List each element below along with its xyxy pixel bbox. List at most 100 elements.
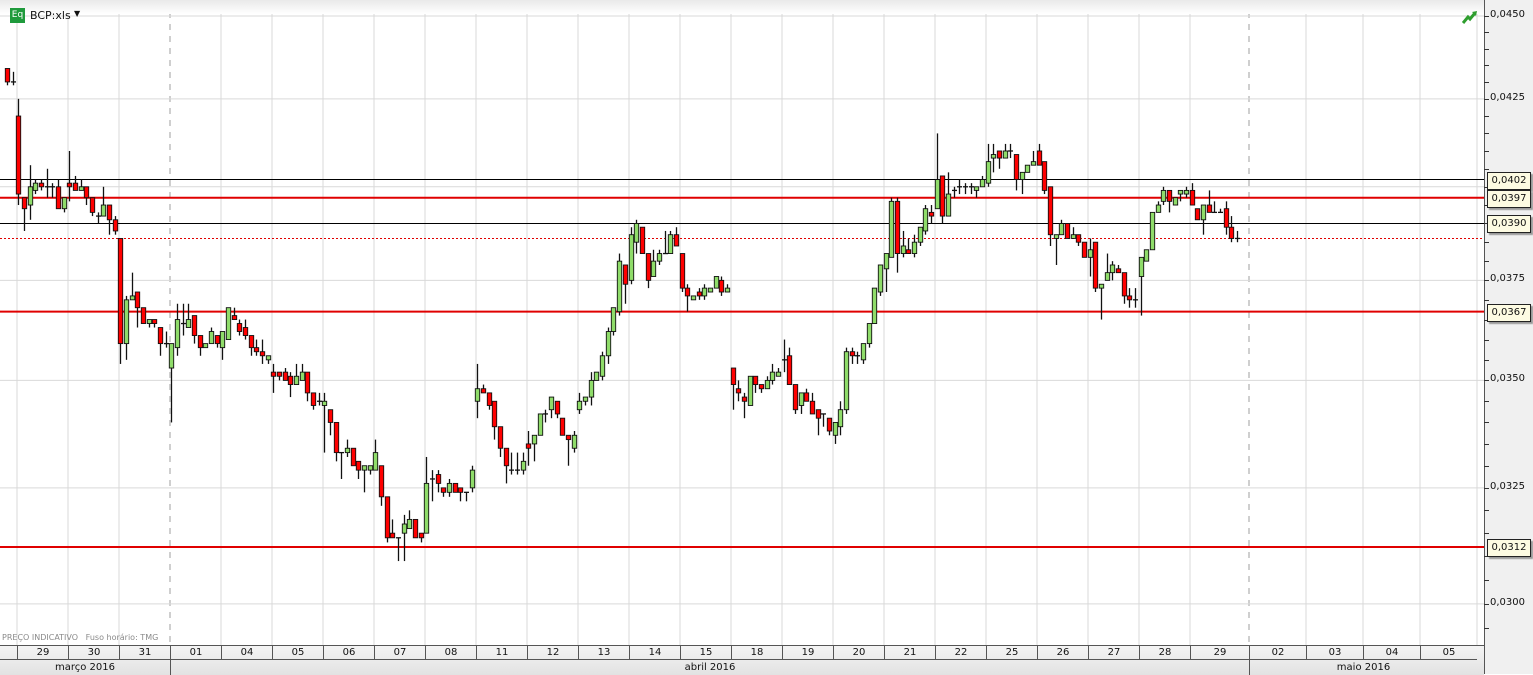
x-day-label: 25 bbox=[986, 646, 1037, 660]
candle bbox=[1024, 164, 1031, 173]
candle-body-up bbox=[593, 371, 600, 381]
candle-body-down bbox=[435, 474, 442, 484]
candle bbox=[758, 384, 765, 393]
candle bbox=[832, 421, 839, 444]
candle bbox=[673, 227, 680, 247]
candle bbox=[667, 230, 674, 254]
x-day-cell-partial bbox=[0, 646, 17, 660]
candle bbox=[718, 276, 725, 296]
candle-body-up bbox=[367, 465, 374, 471]
candle-body-down bbox=[1166, 189, 1173, 202]
candle-body-up bbox=[610, 307, 617, 332]
candle bbox=[548, 396, 555, 419]
x-day-label: 04 bbox=[1363, 646, 1420, 660]
x-day-label: 01 bbox=[170, 646, 221, 660]
candle-body-up bbox=[713, 276, 720, 289]
candle bbox=[821, 413, 826, 427]
candle-body-down bbox=[134, 291, 141, 309]
candle bbox=[769, 363, 776, 385]
candle bbox=[317, 392, 322, 406]
candle-body-up bbox=[1058, 223, 1065, 236]
candle-body-down bbox=[996, 150, 1003, 159]
candlestick-chart[interactable] bbox=[0, 0, 1533, 674]
candle-body-down bbox=[491, 400, 498, 428]
candle bbox=[480, 384, 487, 394]
candle-body-up bbox=[219, 331, 226, 349]
x-day-label: 28 bbox=[1139, 646, 1190, 660]
candle-body-down bbox=[191, 315, 198, 336]
candle bbox=[412, 518, 419, 539]
symbol-selector[interactable]: BCP:xls bbox=[30, 9, 71, 22]
candle bbox=[509, 452, 514, 475]
chevron-down-icon[interactable]: ▼ bbox=[74, 9, 80, 18]
candle bbox=[1228, 216, 1235, 243]
y-axis-minor-tick bbox=[1484, 261, 1489, 263]
candle bbox=[1177, 189, 1184, 202]
candle bbox=[350, 447, 357, 467]
candle bbox=[1053, 234, 1060, 265]
candle bbox=[355, 460, 362, 479]
candle-body-down bbox=[679, 253, 686, 289]
candle bbox=[690, 295, 697, 301]
candle-body-up bbox=[605, 331, 612, 357]
candle-body-down bbox=[1206, 204, 1213, 213]
candle-body-up bbox=[985, 161, 992, 184]
candle-body-up bbox=[361, 465, 368, 471]
x-axis[interactable]: 29 30 31 01 04 05 06 07 08 11 12 13 14 15 18 19 20 21 22 25… bbox=[0, 645, 1484, 675]
candle bbox=[55, 179, 62, 210]
candle bbox=[855, 351, 860, 364]
candle bbox=[979, 175, 986, 188]
candle bbox=[157, 327, 164, 356]
candle-body-down bbox=[1189, 189, 1196, 206]
candle bbox=[1087, 238, 1094, 277]
candle bbox=[1206, 190, 1213, 213]
gridlines bbox=[0, 0, 1484, 645]
candle bbox=[293, 363, 300, 386]
y-axis-minor-tick bbox=[1484, 359, 1489, 361]
candle bbox=[106, 204, 113, 235]
candle-body-up bbox=[764, 379, 771, 390]
x-day-label: 12 bbox=[527, 646, 578, 660]
y-axis-minor-tick bbox=[1484, 32, 1489, 34]
candle-body-up bbox=[582, 396, 589, 402]
candle-body-down bbox=[151, 319, 158, 324]
candle-body-up bbox=[1070, 234, 1077, 239]
candle-body-down bbox=[1013, 154, 1020, 181]
candle bbox=[1070, 227, 1077, 239]
candle bbox=[1138, 256, 1145, 316]
candle bbox=[339, 451, 344, 479]
candle bbox=[724, 284, 731, 293]
candle-body-down bbox=[1064, 223, 1071, 239]
candle bbox=[792, 384, 799, 414]
candle bbox=[1081, 241, 1088, 258]
candle-body-down bbox=[752, 375, 759, 386]
candle-body-up bbox=[1160, 189, 1167, 202]
candle-body-down bbox=[378, 465, 385, 498]
candle bbox=[225, 307, 232, 341]
candle-body-up bbox=[877, 264, 884, 293]
x-day-label: 03 bbox=[1306, 646, 1363, 660]
candle-body-up bbox=[667, 234, 674, 254]
candle bbox=[38, 179, 45, 191]
candle bbox=[1013, 154, 1020, 191]
candle bbox=[877, 264, 884, 296]
candle-body-up bbox=[1138, 256, 1145, 277]
candle-body-up bbox=[1143, 249, 1150, 262]
candle bbox=[917, 226, 924, 246]
candle-body-down bbox=[792, 384, 799, 411]
candle-body-down bbox=[83, 186, 90, 199]
candle bbox=[253, 339, 260, 356]
candle-body-up bbox=[1177, 189, 1184, 195]
candle-body-down bbox=[259, 351, 266, 357]
candle bbox=[27, 165, 34, 220]
price-lines bbox=[0, 179, 1484, 549]
candle-body-down bbox=[112, 219, 119, 232]
trend-up-icon[interactable] bbox=[1462, 10, 1478, 24]
x-day-label: 02 bbox=[1249, 646, 1306, 660]
candle bbox=[1064, 223, 1071, 239]
candle-body-up bbox=[1149, 211, 1156, 251]
candle bbox=[639, 226, 646, 254]
x-day-label: 04 bbox=[221, 646, 272, 660]
candle bbox=[1008, 143, 1013, 159]
y-axis-minor-tick bbox=[1484, 133, 1489, 135]
